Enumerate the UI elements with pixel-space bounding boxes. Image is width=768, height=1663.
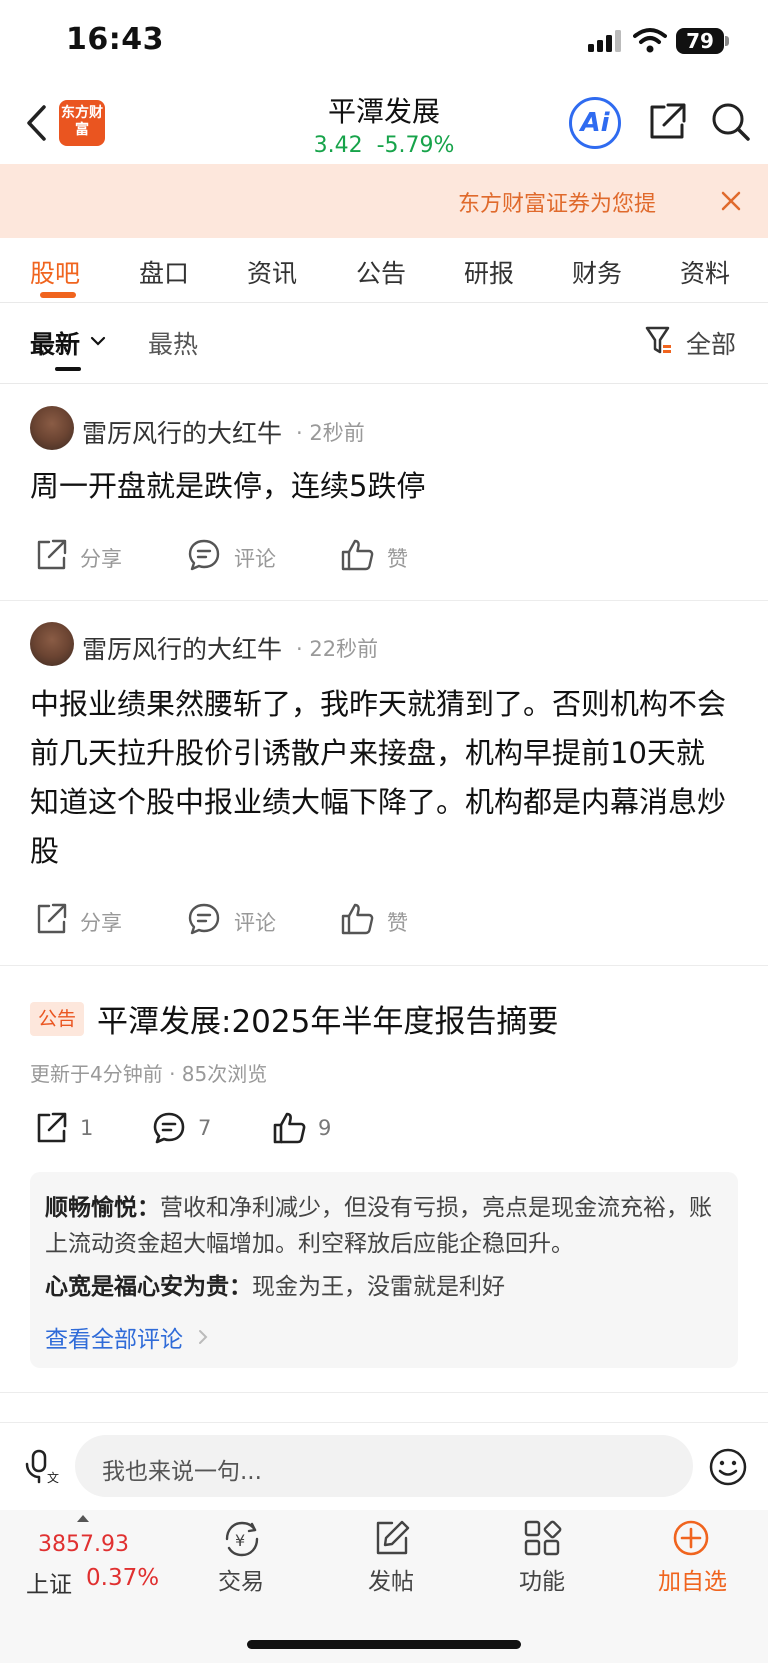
- grid-icon[interactable]: [522, 1518, 562, 1558]
- like-label[interactable]: 赞: [387, 907, 408, 937]
- index-value[interactable]: 3857.93: [38, 1532, 129, 1557]
- search-icon[interactable]: [709, 100, 753, 144]
- like-icon[interactable]: [340, 901, 376, 937]
- sort-latest[interactable]: 最新: [30, 325, 80, 361]
- announcement-title[interactable]: 平潭发展:2025年半年度报告摘要: [97, 996, 558, 1041]
- like-icon[interactable]: [340, 537, 376, 573]
- post-time: · 2秒前: [296, 421, 365, 445]
- post-text[interactable]: 周一开盘就是跌停，连续5跌停: [30, 462, 730, 511]
- commenter-name: 心宽是福心安为贵：: [45, 1274, 252, 1300]
- share-label[interactable]: 分享: [80, 543, 122, 573]
- wifi-icon: [633, 28, 667, 53]
- share-icon[interactable]: [34, 538, 68, 572]
- edit-post-icon[interactable]: [372, 1518, 412, 1558]
- tab-profile[interactable]: 资料: [680, 254, 730, 290]
- active-tab-indicator: [40, 292, 76, 298]
- view-all-comments-link[interactable]: 查看全部评论: [45, 1320, 183, 1354]
- post-username[interactable]: 雷厉风行的大红牛: [82, 630, 282, 666]
- tab-announcements[interactable]: 公告: [356, 254, 406, 290]
- chevron-down-icon: [90, 336, 106, 346]
- post-text[interactable]: 中报业绩果然腰斩了，我昨天就猜到了。否则机构不会前几天拉升股价引诱散户来接盘，机…: [30, 680, 730, 876]
- nav-post[interactable]: 发帖: [368, 1562, 414, 1596]
- filter-all[interactable]: 全部: [686, 325, 736, 361]
- tab-research[interactable]: 研报: [464, 254, 514, 290]
- sort-hot[interactable]: 最热: [148, 325, 198, 361]
- like-count: 9: [318, 1116, 332, 1140]
- share-label[interactable]: 分享: [80, 907, 122, 937]
- filter-icon[interactable]: [644, 324, 674, 356]
- svg-text:文: 文: [47, 1470, 59, 1484]
- tab-pankou[interactable]: 盘口: [139, 254, 189, 290]
- commenter-name: 顺畅愉悦：: [45, 1195, 160, 1221]
- comment-icon[interactable]: [152, 1111, 186, 1145]
- trade-icon[interactable]: ¥: [222, 1520, 262, 1558]
- comment-label[interactable]: 评论: [234, 543, 276, 573]
- cellular-signal-icon: [588, 30, 622, 52]
- tab-finance[interactable]: 财务: [572, 254, 622, 290]
- announcement-meta: 更新于4分钟前 · 85次浏览: [30, 1062, 268, 1086]
- share-icon[interactable]: [34, 1111, 68, 1145]
- voice-input-icon[interactable]: 文: [24, 1448, 60, 1484]
- comment-input-placeholder: 我也来说一句...: [102, 1459, 262, 1485]
- comment-preview-2: 心宽是福心安为贵：现金为王，没雷就是利好: [45, 1269, 725, 1305]
- comment-preview-1: 顺畅愉悦：营收和净利减少，但没有亏损，亮点是现金流充裕，账上流动资金超大幅增加。…: [45, 1190, 725, 1262]
- home-indicator[interactable]: [247, 1640, 521, 1649]
- like-label[interactable]: 赞: [387, 543, 408, 573]
- avatar[interactable]: [30, 622, 74, 666]
- comment-text: 现金为王，没雷就是利好: [252, 1274, 505, 1300]
- emoji-icon[interactable]: [708, 1447, 748, 1487]
- tab-guba[interactable]: 股吧: [30, 254, 80, 290]
- stock-price: 3.42: [313, 133, 363, 158]
- tabs-divider: [0, 302, 768, 303]
- post-username[interactable]: 雷厉风行的大红牛: [82, 414, 282, 450]
- caret-up-icon[interactable]: [76, 1514, 90, 1523]
- index-change[interactable]: 0.37%: [86, 1565, 159, 1591]
- sort-latest-label: 最新: [30, 330, 81, 359]
- post-divider: [0, 965, 768, 966]
- ai-button[interactable]: Ai: [569, 97, 621, 149]
- nav-trade[interactable]: 交易: [218, 1562, 264, 1596]
- like-icon[interactable]: [272, 1110, 308, 1146]
- sort-divider: [0, 383, 768, 384]
- banner-text: 东方财富证券为您提: [458, 192, 657, 217]
- share-count: 1: [80, 1116, 94, 1140]
- close-icon[interactable]: [720, 190, 742, 212]
- comment-icon[interactable]: [187, 538, 221, 572]
- post-divider: [0, 600, 768, 601]
- avatar[interactable]: [30, 406, 74, 450]
- battery-tip: [725, 36, 729, 46]
- nav-function[interactable]: 功能: [519, 1562, 565, 1596]
- stock-change: -5.79%: [376, 133, 455, 158]
- chevron-right-icon: [199, 1330, 208, 1344]
- index-name[interactable]: 上证: [26, 1565, 72, 1599]
- post-time: · 22秒前: [296, 637, 379, 661]
- add-icon[interactable]: [671, 1518, 711, 1558]
- tab-news[interactable]: 资讯: [247, 254, 297, 290]
- announcement-badge: 公告: [30, 1002, 84, 1036]
- sort-indicator: [55, 367, 81, 371]
- battery-icon: 79: [676, 28, 724, 54]
- comment-label[interactable]: 评论: [234, 907, 276, 937]
- comment-icon[interactable]: [187, 902, 221, 936]
- share-icon[interactable]: [646, 101, 688, 143]
- status-time: 16:43: [66, 22, 164, 57]
- view-all-label: 查看全部评论: [45, 1327, 183, 1353]
- section-divider: [0, 1392, 768, 1393]
- input-bar-divider: [0, 1422, 768, 1423]
- svg-text:¥: ¥: [235, 1531, 245, 1550]
- share-icon[interactable]: [34, 902, 68, 936]
- comment-count: 7: [198, 1116, 212, 1140]
- nav-add-watchlist[interactable]: 加自选: [658, 1562, 727, 1596]
